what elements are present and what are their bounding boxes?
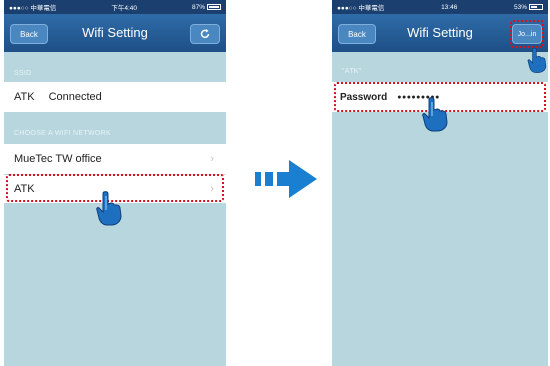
- battery-icon: [207, 4, 221, 10]
- battery-percent: 87%: [191, 3, 205, 11]
- network-name: MueTec TW office: [14, 153, 102, 165]
- clock-label: 下午4:40: [111, 5, 138, 12]
- connection-status: Connected: [48, 91, 102, 103]
- network-row-muetec[interactable]: MueTec TW office ›: [4, 144, 226, 174]
- page-title: Wifi Setting: [82, 25, 148, 40]
- ssid-section-header: SSID: [14, 70, 32, 77]
- phone-screen-right: ●●●○○ 中華電信 13:46 53% Back Wifi Setting J…: [332, 0, 548, 366]
- tap-hand-icon-join: [527, 47, 547, 73]
- clock-label: 13:46: [441, 3, 458, 11]
- tap-hand-icon: [96, 191, 122, 226]
- tap-hand-icon: [422, 97, 448, 132]
- battery-icon: [529, 4, 543, 10]
- battery-indicator: 87%: [192, 4, 221, 11]
- phone-screen-left: ●●●○○ 中華電信 下午4:40 87% Back Wifi Setting …: [4, 0, 226, 366]
- current-network-row: ATK Connected: [4, 82, 226, 112]
- chevron-right-icon: ›: [210, 153, 214, 165]
- back-button[interactable]: Back: [10, 24, 48, 44]
- page-title: Wifi Setting: [407, 25, 473, 40]
- refresh-icon: [200, 29, 210, 39]
- battery-indicator: 53%: [514, 4, 543, 11]
- right-arrow-icon: [255, 160, 317, 198]
- choose-network-header: CHOOSE A WIFI NETWORK: [14, 130, 111, 137]
- network-section-header: "ATK": [342, 68, 362, 75]
- navigation-bar: Back Wifi Setting: [4, 14, 226, 52]
- refresh-button[interactable]: [190, 24, 220, 44]
- battery-percent: 53%: [513, 3, 527, 11]
- status-bar: ●●●○○ 中華電信 下午4:40 87%: [4, 0, 226, 14]
- carrier-label: ●●●○○ 中華電信: [337, 5, 385, 12]
- back-button[interactable]: Back: [338, 24, 376, 44]
- current-network-name: ATK: [14, 91, 35, 103]
- carrier-label: ●●●○○ 中華電信: [9, 5, 57, 12]
- join-highlight-box: [510, 20, 544, 48]
- status-bar: ●●●○○ 中華電信 13:46 53%: [332, 0, 548, 14]
